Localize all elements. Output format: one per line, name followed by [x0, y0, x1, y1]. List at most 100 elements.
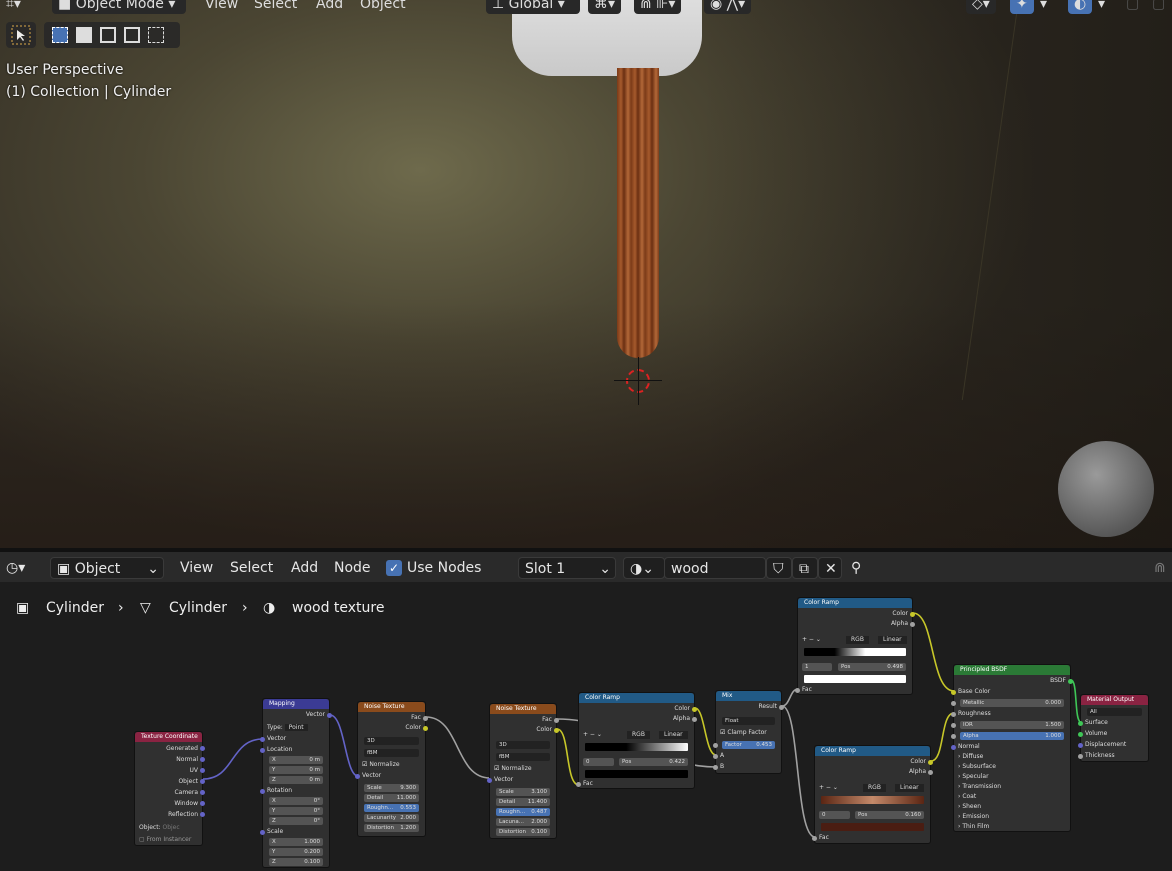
slot-dropdown[interactable]: Slot 1 ⌄: [518, 557, 616, 579]
node-color-ramp-2[interactable]: Color Ramp Color Alpha + − ⌄ RGB Linear 1…: [795, 597, 915, 695]
visibility-icon[interactable]: ◇▾: [966, 0, 996, 14]
stop-index[interactable]: 0: [819, 811, 850, 819]
node-color-ramp-3[interactable]: Color Ramp Color Alpha + − ⌄ RGB Linear 0…: [812, 745, 933, 844]
shader-type-dropdown[interactable]: ▣ Object ⌄: [50, 557, 164, 579]
menu-view[interactable]: View: [205, 0, 238, 14]
wooden-stick-mesh[interactable]: [617, 68, 659, 358]
ramp-controls[interactable]: + − ⌄ RGB Linear: [819, 784, 926, 792]
color-ramp-gradient[interactable]: [804, 648, 906, 656]
from-instancer-checkbox[interactable]: ▢ From Instancer: [139, 836, 198, 844]
duplicate-material-icon[interactable]: ⧉: [792, 557, 818, 579]
socket[interactable]: [200, 757, 205, 762]
ramp-controls[interactable]: + − ⌄ RGB Linear: [802, 636, 908, 644]
socket[interactable]: [928, 760, 933, 765]
socket[interactable]: [200, 779, 205, 784]
node-color-ramp-1[interactable]: Color Ramp Color Alpha + − ⌄ RGB Linear 0…: [576, 692, 697, 789]
material-browse-icon[interactable]: ◑⌄: [623, 557, 665, 579]
stop-index[interactable]: 0: [583, 758, 614, 766]
pivot-icon[interactable]: ⌘▾: [588, 0, 622, 14]
ramp-controls[interactable]: + − ⌄ RGB Linear: [583, 731, 690, 739]
stop-position[interactable]: Pos 0.498: [838, 663, 906, 671]
menu-object[interactable]: Object: [360, 0, 406, 14]
xray-icon[interactable]: ▢: [1126, 0, 1139, 14]
breadcrumb-mesh[interactable]: Cylinder: [169, 600, 227, 616]
socket[interactable]: [951, 734, 956, 739]
field-distortion[interactable]: Distortion 1.200: [364, 824, 419, 832]
select-intersect-icon[interactable]: [148, 27, 164, 43]
rotation-x[interactable]: X 0°: [269, 797, 323, 805]
socket[interactable]: [260, 737, 265, 742]
menu-select-ne[interactable]: Select: [230, 557, 273, 579]
location-y[interactable]: Y 0 m: [269, 766, 323, 774]
shading-icon[interactable]: ▢: [1152, 0, 1165, 14]
field-factor[interactable]: Factor 0.453: [722, 741, 775, 749]
socket[interactable]: [423, 726, 428, 731]
field-lacunarity[interactable]: Lacunarity 2.000: [364, 814, 419, 822]
field-alpha[interactable]: Alpha 1.000: [960, 732, 1064, 740]
socket[interactable]: [812, 836, 817, 841]
socket[interactable]: [951, 745, 956, 750]
node-material-output[interactable]: Material Output All Surface Volume Displ…: [1078, 694, 1149, 762]
node-mix[interactable]: Mix Result Float ☑ Clamp Factor Factor 0.…: [713, 690, 784, 774]
socket[interactable]: [200, 768, 205, 773]
select-new-icon[interactable]: [52, 27, 68, 43]
stop-color-swatch[interactable]: [821, 823, 924, 831]
socket[interactable]: [200, 790, 205, 795]
socket[interactable]: [713, 754, 718, 759]
editor-type-icon[interactable]: ⌗▾: [6, 0, 21, 14]
clamp-factor-checkbox[interactable]: ☑ Clamp Factor: [720, 729, 777, 737]
fake-user-shield-icon[interactable]: ⛉: [766, 557, 792, 579]
type-select[interactable]: Type: Point: [267, 724, 325, 732]
overlay-dropdown-icon[interactable]: ▾: [1098, 0, 1105, 14]
socket[interactable]: [795, 688, 800, 693]
socket[interactable]: [713, 765, 718, 770]
field-detail[interactable]: Detail 11.000: [364, 794, 419, 802]
stop-index[interactable]: 1: [802, 663, 832, 671]
orientation-dropdown[interactable]: ⊥ Global ▾: [486, 0, 580, 14]
socket[interactable]: [713, 743, 718, 748]
scale-y[interactable]: Y 0.200: [269, 848, 323, 856]
object-picker[interactable]: Object: Objec: [139, 824, 198, 832]
material-name-field[interactable]: wood texture: [664, 557, 766, 599]
panel-emission[interactable]: › Emission: [958, 813, 1066, 821]
dimension-dropdown[interactable]: 3D: [364, 737, 419, 745]
stop-position[interactable]: Pos 0.160: [855, 811, 924, 819]
node-texture-coordinate[interactable]: Texture Coordinate Generated Normal UV O…: [134, 731, 205, 846]
field-scale[interactable]: Scale 3.100: [496, 788, 550, 796]
data-type-dropdown[interactable]: Float: [722, 717, 775, 725]
socket[interactable]: [1078, 721, 1083, 726]
breadcrumb-material[interactable]: wood texture: [292, 600, 384, 616]
dimension-dropdown[interactable]: 3D: [496, 741, 550, 749]
normalize-checkbox[interactable]: ☑ Normalize: [494, 765, 552, 773]
panel-coat[interactable]: › Coat: [958, 793, 1066, 801]
location-z[interactable]: Z 0 m: [269, 776, 323, 784]
socket[interactable]: [692, 717, 697, 722]
field-detail[interactable]: Detail 11.400: [496, 798, 550, 806]
location-x[interactable]: X 0 m: [269, 756, 323, 764]
socket[interactable]: [355, 774, 360, 779]
gizmo-dropdown-icon[interactable]: ▾: [1040, 0, 1047, 14]
socket[interactable]: [951, 712, 956, 717]
menu-node-ne[interactable]: Node: [334, 557, 371, 579]
socket[interactable]: [951, 723, 956, 728]
rotation-z[interactable]: Z 0°: [269, 817, 323, 825]
socket[interactable]: [692, 707, 697, 712]
overlay-icon[interactable]: ◐: [1068, 0, 1093, 14]
stop-color-swatch[interactable]: [585, 770, 688, 778]
socket[interactable]: [1078, 743, 1083, 748]
node-principled-bsdf[interactable]: Principled BSDF BSDF Base Color Metallic…: [951, 664, 1073, 832]
socket[interactable]: [779, 705, 784, 710]
rotation-y[interactable]: Y 0°: [269, 807, 323, 815]
tool-select-box[interactable]: [6, 22, 36, 48]
socket[interactable]: [260, 748, 265, 753]
normalize-checkbox[interactable]: ☑ Normalize: [362, 761, 421, 769]
gizmo-icon[interactable]: ✦: [1010, 0, 1034, 14]
socket[interactable]: [423, 716, 428, 721]
panel-subsurface[interactable]: › Subsurface: [958, 763, 1066, 771]
scale-z[interactable]: Z 0.100: [269, 858, 323, 866]
target-dropdown[interactable]: All: [1087, 708, 1142, 716]
breadcrumb-object[interactable]: Cylinder: [46, 600, 104, 616]
socket[interactable]: [260, 789, 265, 794]
snap-node-icon[interactable]: ⋒: [1154, 557, 1166, 579]
socket[interactable]: [910, 612, 915, 617]
